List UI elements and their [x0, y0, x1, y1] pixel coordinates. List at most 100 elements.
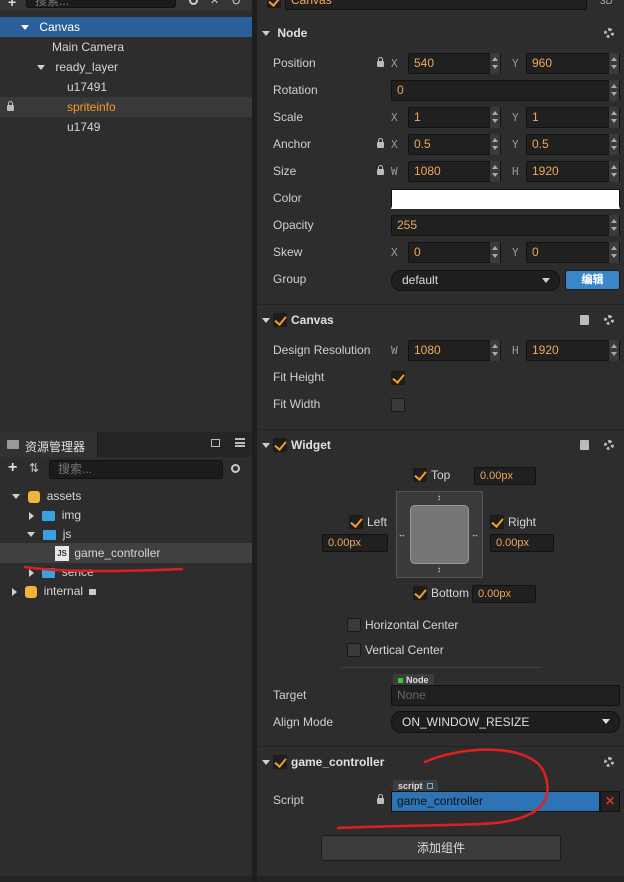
- mode-3d-toggle[interactable]: 3D: [600, 0, 613, 7]
- tree-item-spriteinfo[interactable]: spriteinfo: [0, 97, 252, 117]
- canvas-enabled-checkbox[interactable]: [273, 313, 287, 327]
- game-controller-enabled-checkbox[interactable]: [273, 755, 287, 769]
- scale-y-stepper[interactable]: [608, 107, 619, 128]
- gear-icon[interactable]: [604, 28, 614, 38]
- node-section-header[interactable]: Node: [257, 20, 624, 46]
- collapse-arrow-icon[interactable]: [262, 318, 270, 324]
- asset-item-label: game_controller: [74, 546, 161, 560]
- tree-item-main-camera[interactable]: Main Camera: [0, 37, 252, 57]
- widget-enabled-checkbox[interactable]: [273, 438, 287, 452]
- sort-icon[interactable]: ⇅: [29, 461, 39, 475]
- opacity-stepper[interactable]: [608, 215, 619, 236]
- gear-icon[interactable]: [604, 315, 614, 325]
- horizontal-center-checkbox[interactable]: [347, 618, 361, 632]
- color-swatch[interactable]: [391, 189, 620, 209]
- collapse-arrow-icon[interactable]: [262, 443, 270, 449]
- anchor-y-stepper[interactable]: [608, 134, 619, 155]
- add-component-button[interactable]: 添加组件: [321, 835, 561, 861]
- scale-x-input[interactable]: 1: [408, 107, 501, 128]
- anchor-x-input[interactable]: 0.5: [408, 134, 501, 155]
- design-resolution-w-input[interactable]: 1080: [408, 340, 501, 361]
- assets-search-input[interactable]: 搜索...: [49, 460, 223, 479]
- widget-left-input[interactable]: 0.00px: [322, 534, 388, 552]
- help-book-icon[interactable]: [580, 440, 589, 450]
- axis-y-label: Y: [512, 111, 519, 124]
- fit-width-checkbox[interactable]: [391, 398, 405, 412]
- tree-item-ready-layer[interactable]: ready_layer: [0, 57, 252, 77]
- tree-item-u17491[interactable]: u17491: [0, 77, 252, 97]
- size-h-stepper[interactable]: [608, 161, 619, 182]
- refresh-icon[interactable]: ↻: [231, 0, 241, 8]
- design-resolution-w-stepper[interactable]: [489, 340, 500, 361]
- lock-icon[interactable]: [377, 165, 384, 175]
- anchor-y-input[interactable]: 0.5: [526, 134, 620, 155]
- position-x-input[interactable]: 540: [408, 53, 501, 74]
- gear-icon[interactable]: [604, 757, 614, 767]
- vertical-center-checkbox[interactable]: [347, 643, 361, 657]
- collapse-icon[interactable]: ✕: [210, 0, 219, 7]
- fit-height-checkbox[interactable]: [391, 371, 405, 385]
- lock-icon[interactable]: [377, 57, 384, 67]
- widget-top-input[interactable]: 0.00px: [474, 467, 536, 485]
- size-w-input[interactable]: 1080: [408, 161, 501, 182]
- target-node-field[interactable]: None: [391, 685, 620, 706]
- rotation-input[interactable]: 0: [391, 80, 620, 101]
- opacity-input[interactable]: 255: [391, 215, 620, 236]
- rotation-stepper[interactable]: [608, 80, 619, 101]
- expand-arrow-icon[interactable]: [12, 494, 20, 500]
- widget-bottom-input[interactable]: 0.00px: [472, 585, 536, 603]
- skew-x-input[interactable]: 0: [408, 242, 501, 263]
- size-w-stepper[interactable]: [489, 161, 500, 182]
- target-label: Target: [273, 688, 307, 702]
- design-resolution-h-input[interactable]: 1920: [526, 340, 620, 361]
- expand-arrow-icon[interactable]: [12, 587, 17, 596]
- scale-x-stepper[interactable]: [489, 107, 500, 128]
- skew-y-stepper[interactable]: [608, 242, 619, 263]
- add-asset-icon[interactable]: +: [8, 459, 17, 477]
- asset-item-internal[interactable]: internal: [0, 581, 252, 601]
- widget-left-checkbox[interactable]: [349, 515, 363, 529]
- tree-item-u1749[interactable]: u1749: [0, 117, 252, 137]
- widget-top-label: Top: [431, 468, 451, 482]
- group-edit-button[interactable]: 编辑: [565, 270, 620, 290]
- widget-right-input[interactable]: 0.00px: [490, 534, 554, 552]
- skew-y-input[interactable]: 0: [526, 242, 620, 263]
- scale-y-input[interactable]: 1: [526, 107, 620, 128]
- add-node-icon[interactable]: +: [8, 0, 16, 10]
- asset-item-img[interactable]: img: [0, 505, 252, 525]
- collapse-arrow-icon[interactable]: [262, 760, 270, 766]
- widget-bottom-checkbox[interactable]: [413, 586, 427, 600]
- tree-item-label: Canvas: [39, 20, 81, 34]
- axis-h-label: H: [512, 165, 519, 178]
- asset-item-js[interactable]: js: [0, 524, 252, 544]
- collapse-arrow-icon[interactable]: [262, 31, 270, 37]
- maximize-icon[interactable]: [211, 439, 220, 447]
- design-resolution-h-stepper[interactable]: [608, 340, 619, 361]
- widget-top-checkbox[interactable]: [413, 468, 427, 482]
- group-select[interactable]: default: [391, 270, 560, 291]
- asset-item-assets[interactable]: assets: [0, 486, 252, 506]
- unlock-icon[interactable]: [7, 101, 14, 111]
- tree-item-canvas[interactable]: Canvas: [0, 17, 252, 37]
- size-h-input[interactable]: 1920: [526, 161, 620, 182]
- node-active-checkbox[interactable]: [267, 0, 281, 8]
- expand-arrow-icon[interactable]: [37, 65, 45, 71]
- node-name-input[interactable]: Canvas: [285, 0, 587, 10]
- search-icon[interactable]: [231, 464, 240, 473]
- remove-script-button[interactable]: ✕: [600, 791, 620, 812]
- anchor-x-stepper[interactable]: [489, 134, 500, 155]
- gear-icon[interactable]: [604, 440, 614, 450]
- help-book-icon[interactable]: [580, 315, 589, 325]
- position-x-stepper[interactable]: [489, 53, 500, 74]
- expand-arrow-icon[interactable]: [29, 511, 34, 520]
- skew-x-stepper[interactable]: [489, 242, 500, 263]
- hierarchy-search-input[interactable]: 搜索...: [26, 0, 176, 8]
- assets-tab[interactable]: 资源管理器: [0, 432, 98, 457]
- widget-right-checkbox[interactable]: [490, 515, 504, 529]
- lock-icon[interactable]: [377, 138, 384, 148]
- expand-arrow-icon[interactable]: [21, 25, 29, 31]
- expand-arrow-icon[interactable]: [27, 532, 35, 538]
- position-y-stepper[interactable]: [608, 53, 619, 74]
- position-y-input[interactable]: 960: [526, 53, 620, 74]
- align-mode-select[interactable]: ON_WINDOW_RESIZE: [391, 711, 620, 733]
